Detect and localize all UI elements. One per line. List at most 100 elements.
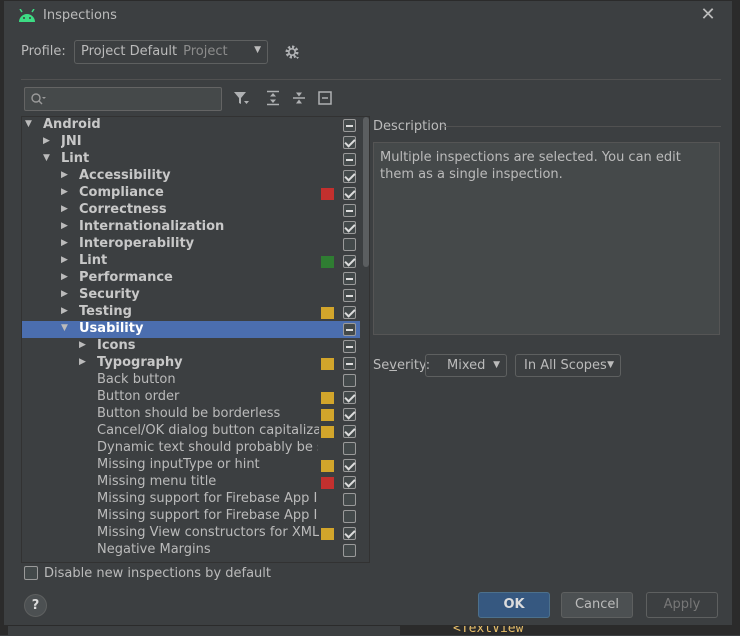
tree-row[interactable]: Cancel/OK dialog button capitalization bbox=[22, 423, 360, 440]
tree-row-selected[interactable]: ▼ Usability bbox=[22, 321, 360, 338]
tree-checkbox[interactable] bbox=[343, 374, 356, 387]
tree-checkbox[interactable] bbox=[343, 119, 356, 132]
tree-checkbox[interactable] bbox=[343, 544, 356, 557]
tree-scrollbar[interactable] bbox=[363, 117, 369, 267]
filter-icon[interactable] bbox=[233, 90, 249, 106]
tree-row[interactable]: ▶ Testing bbox=[22, 304, 360, 321]
tree-row[interactable]: Missing View constructors for XML inflat… bbox=[22, 525, 360, 542]
tree-checkbox[interactable] bbox=[343, 391, 356, 404]
tree-arrow-icon[interactable]: ▼ bbox=[43, 153, 50, 163]
tree-row-label: Correctness bbox=[79, 202, 167, 217]
gear-icon[interactable] bbox=[284, 44, 300, 60]
tree-row[interactable]: ▶ Security bbox=[22, 287, 360, 304]
tree-row[interactable]: ▶ Lint bbox=[22, 253, 360, 270]
inspections-tree[interactable]: ▼ Android ▶ JNI ▼ Lint ▶ Accessibility ▶… bbox=[21, 116, 370, 563]
tree-row[interactable]: ▶ Accessibility bbox=[22, 168, 360, 185]
reset-icon[interactable] bbox=[317, 90, 333, 106]
tree-row-label: Internationalization bbox=[79, 219, 225, 234]
tree-row[interactable]: Missing inputType or hint bbox=[22, 457, 360, 474]
tree-checkbox[interactable] bbox=[343, 493, 356, 506]
tree-arrow-icon[interactable]: ▶ bbox=[43, 136, 50, 146]
tree-row-label: Icons bbox=[97, 338, 136, 353]
dialog-title: Inspections bbox=[43, 8, 117, 23]
tree-row[interactable]: Dynamic text should probably be selectab… bbox=[22, 440, 360, 457]
severity-warning-icon bbox=[321, 358, 334, 370]
tree-checkbox[interactable] bbox=[343, 306, 356, 319]
tree-checkbox[interactable] bbox=[343, 255, 356, 268]
tree-arrow-icon[interactable]: ▼ bbox=[25, 119, 32, 129]
tree-checkbox[interactable] bbox=[343, 272, 356, 285]
ok-button[interactable]: OK bbox=[478, 592, 550, 618]
tree-checkbox[interactable] bbox=[343, 153, 356, 166]
tree-arrow-icon[interactable]: ▶ bbox=[79, 340, 86, 350]
tree-checkbox[interactable] bbox=[343, 170, 356, 183]
tree-row[interactable]: ▶ Typography bbox=[22, 355, 360, 372]
tree-arrow-icon[interactable]: ▶ bbox=[79, 357, 86, 367]
tree-checkbox[interactable] bbox=[343, 187, 356, 200]
tree-checkbox[interactable] bbox=[343, 459, 356, 472]
tree-arrow-icon[interactable]: ▶ bbox=[61, 306, 68, 316]
tree-row-label: Testing bbox=[79, 304, 132, 319]
tree-checkbox[interactable] bbox=[343, 204, 356, 217]
tree-row[interactable]: ▶ Internationalization bbox=[22, 219, 360, 236]
cancel-button[interactable]: Cancel bbox=[561, 592, 633, 618]
help-button[interactable]: ? bbox=[24, 594, 47, 617]
tree-row[interactable]: ▶ JNI bbox=[22, 134, 360, 151]
tree-row-label: Missing menu title bbox=[97, 474, 217, 489]
scope-dropdown[interactable]: In All Scopes ▼ bbox=[515, 354, 621, 377]
tree-row[interactable]: ▶ Interoperability bbox=[22, 236, 360, 253]
tree-checkbox[interactable] bbox=[343, 408, 356, 421]
tree-checkbox[interactable] bbox=[343, 527, 356, 540]
apply-button[interactable]: Apply bbox=[646, 592, 718, 618]
tree-row[interactable]: ▶ Icons bbox=[22, 338, 360, 355]
severity-label-prefix: Se bbox=[373, 358, 390, 373]
tree-checkbox[interactable] bbox=[343, 357, 356, 370]
expand-all-icon[interactable] bbox=[265, 90, 281, 106]
tree-checkbox[interactable] bbox=[343, 425, 356, 438]
tree-arrow-icon[interactable]: ▶ bbox=[61, 255, 68, 265]
tree-row[interactable]: ▶ Performance bbox=[22, 270, 360, 287]
tree-checkbox[interactable] bbox=[343, 340, 356, 353]
tree-arrow-icon[interactable]: ▶ bbox=[61, 170, 68, 180]
severity-dropdown[interactable]: Mixed ▼ bbox=[425, 354, 507, 377]
tree-checkbox[interactable] bbox=[343, 221, 356, 234]
tree-checkbox[interactable] bbox=[343, 289, 356, 302]
tree-row-label: Button should be borderless bbox=[97, 406, 281, 421]
tree-row[interactable]: Negative Margins bbox=[22, 542, 360, 559]
tree-row[interactable]: Missing support for Firebase App Indexin… bbox=[22, 491, 360, 508]
tree-checkbox[interactable] bbox=[343, 136, 356, 149]
chevron-down-icon: ▼ bbox=[254, 45, 261, 55]
tree-arrow-icon[interactable]: ▶ bbox=[61, 272, 68, 282]
tree-arrow-icon[interactable]: ▶ bbox=[61, 289, 68, 299]
close-button[interactable]: ✕ bbox=[698, 5, 718, 25]
tree-row[interactable]: Missing menu title bbox=[22, 474, 360, 491]
search-field[interactable] bbox=[24, 87, 222, 111]
search-input[interactable] bbox=[51, 90, 216, 108]
chevron-down-icon: ▼ bbox=[493, 360, 500, 370]
tree-row-label: Missing View constructors for XML inflat… bbox=[97, 525, 319, 540]
tree-arrow-icon[interactable]: ▼ bbox=[61, 323, 68, 333]
severity-info-icon bbox=[321, 256, 334, 268]
tree-row[interactable]: Missing support for Firebase App Indexin… bbox=[22, 508, 360, 525]
tree-arrow-icon[interactable]: ▶ bbox=[61, 204, 68, 214]
tree-checkbox[interactable] bbox=[343, 476, 356, 489]
tree-row[interactable]: ▼ Lint bbox=[22, 151, 360, 168]
tree-row[interactable]: ▶ Correctness bbox=[22, 202, 360, 219]
tree-checkbox[interactable] bbox=[343, 510, 356, 523]
tree-arrow-icon[interactable]: ▶ bbox=[61, 221, 68, 231]
tree-checkbox[interactable] bbox=[343, 238, 356, 251]
tree-arrow-icon[interactable]: ▶ bbox=[61, 187, 68, 197]
tree-arrow-icon[interactable]: ▶ bbox=[61, 238, 68, 248]
collapse-all-icon[interactable] bbox=[291, 90, 307, 106]
tree-row[interactable]: Back button bbox=[22, 372, 360, 389]
tree-row[interactable]: Button order bbox=[22, 389, 360, 406]
disable-new-inspections-checkbox[interactable] bbox=[24, 566, 38, 580]
tree-row[interactable]: ▼ Android bbox=[22, 117, 360, 134]
severity-error-icon bbox=[321, 188, 334, 200]
tree-row[interactable]: ▶ Compliance bbox=[22, 185, 360, 202]
tree-checkbox[interactable] bbox=[343, 442, 356, 455]
tree-checkbox[interactable] bbox=[343, 323, 356, 336]
profile-dropdown[interactable]: Project Default Project ▼ bbox=[74, 40, 268, 64]
profile-label: Profile: bbox=[21, 44, 66, 59]
tree-row[interactable]: Button should be borderless bbox=[22, 406, 360, 423]
